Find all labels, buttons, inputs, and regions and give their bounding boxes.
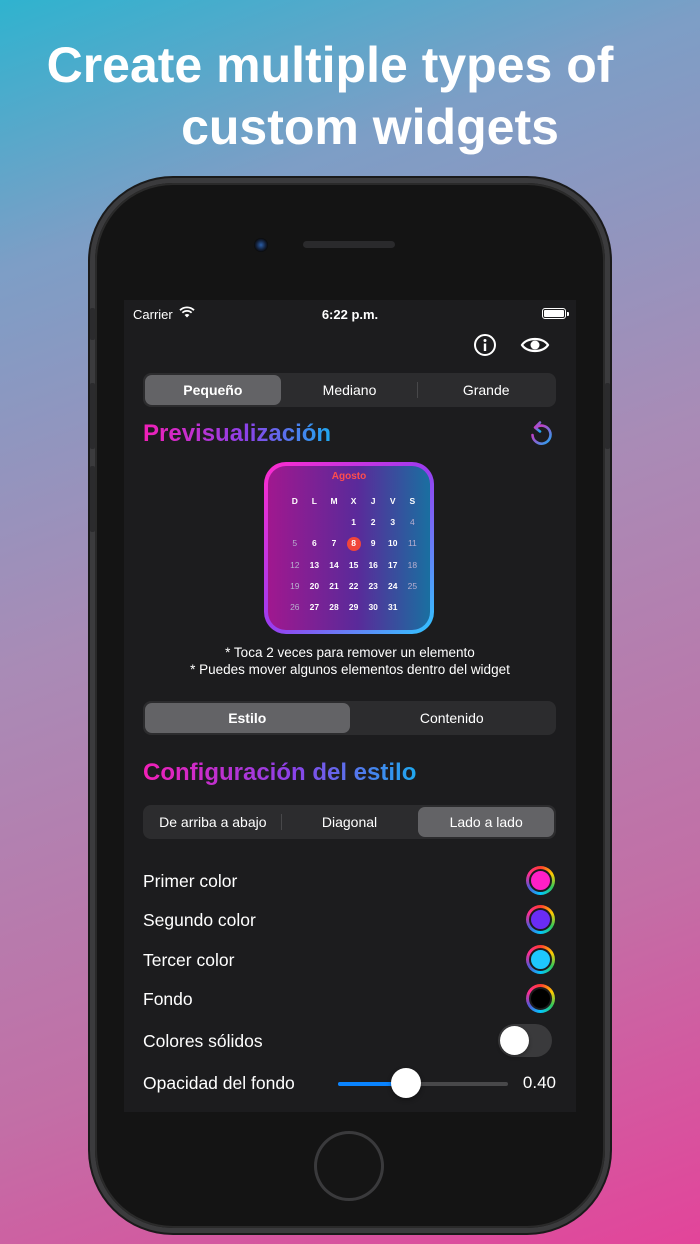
mode-segmented-control: Estilo Contenido bbox=[143, 701, 556, 735]
battery-icon bbox=[542, 308, 569, 319]
calendar-day: 2 bbox=[370, 517, 376, 528]
bg-opacity-slider-thumb[interactable] bbox=[391, 1068, 421, 1098]
weekday-label: S bbox=[409, 496, 416, 506]
bg-opacity-slider-track[interactable] bbox=[338, 1082, 508, 1086]
weekday-label: J bbox=[370, 496, 376, 506]
first-color-label: Primer color bbox=[143, 871, 238, 891]
calendar-day: 29 bbox=[348, 601, 359, 612]
calendar-day: 1 bbox=[351, 517, 356, 528]
volume-down-button bbox=[90, 466, 95, 532]
style-config-title: Configuración del estilo bbox=[143, 759, 417, 786]
segment-side-to-side[interactable]: Lado a lado bbox=[418, 807, 555, 837]
calendar-day: 16 bbox=[368, 559, 378, 570]
earpiece-speaker bbox=[303, 241, 395, 248]
weekday-label: X bbox=[350, 496, 357, 506]
background-color-well[interactable] bbox=[526, 984, 555, 1013]
toggle-knob bbox=[500, 1026, 529, 1055]
segment-top-to-bottom[interactable]: De arriba a abajo bbox=[145, 807, 281, 837]
calendar-day: 30 bbox=[368, 601, 378, 612]
calendar-day: 24 bbox=[388, 580, 398, 591]
calendar-blank bbox=[285, 618, 305, 639]
direction-segmented-control: De arriba a abajo Diagonal Lado a lado bbox=[143, 805, 556, 839]
third-color-label: Tercer color bbox=[143, 950, 235, 970]
calendar-widget-preview[interactable]: Agosto D L M X J V S 1 2 3 4 5 6 7 8 9 10 11 12 13 14 15 16 17 1… bbox=[264, 462, 434, 634]
calendar-day: 7 bbox=[331, 538, 337, 549]
calendar-day: 18 bbox=[407, 559, 418, 570]
weekday-label: V bbox=[389, 496, 396, 506]
calendar-day: 9 bbox=[370, 538, 376, 549]
calendar-day: 22 bbox=[348, 580, 359, 591]
calendar-blank bbox=[403, 597, 423, 618]
mute-switch bbox=[90, 308, 95, 340]
calendar-day: 20 bbox=[309, 580, 320, 591]
rotate-ccw-icon[interactable] bbox=[527, 420, 555, 448]
volume-up-button bbox=[90, 383, 95, 449]
status-bar: Carrier 6:22 p.m. bbox=[124, 300, 576, 328]
calendar-day: 4 bbox=[409, 517, 415, 528]
background-color-swatch bbox=[529, 987, 552, 1010]
calendar-day: 19 bbox=[290, 580, 300, 591]
solid-colors-label: Colores sólidos bbox=[143, 1031, 263, 1051]
calendar-day: 31 bbox=[388, 601, 398, 612]
calendar-day: 5 bbox=[292, 538, 298, 549]
preview-title: Previsualización bbox=[143, 420, 332, 447]
segment-large[interactable]: Grande bbox=[418, 375, 554, 405]
segment-style[interactable]: Estilo bbox=[145, 703, 350, 733]
calendar-day: 3 bbox=[390, 517, 396, 528]
first-color-well[interactable] bbox=[526, 866, 555, 895]
calendar-day: 11 bbox=[407, 538, 417, 549]
calendar-day: 25 bbox=[407, 580, 418, 591]
calendar-day: 23 bbox=[368, 580, 378, 591]
third-color-well[interactable] bbox=[526, 945, 555, 974]
eye-icon[interactable] bbox=[520, 332, 550, 358]
calendar-grid: D L M X J V S 1 2 3 4 5 6 7 8 9 10 11 12 13 14 15 16 17 18 19 20 21… bbox=[285, 491, 422, 639]
segment-content[interactable]: Contenido bbox=[350, 703, 555, 733]
first-color-swatch bbox=[529, 869, 552, 892]
calendar-blank bbox=[305, 512, 325, 533]
second-color-label: Segundo color bbox=[143, 910, 256, 930]
hint-move: * Puedes mover algunos elementos dentro … bbox=[190, 662, 510, 677]
bg-opacity-label: Opacidad del fondo bbox=[143, 1073, 295, 1093]
widget-background: Agosto D L M X J V S 1 2 3 4 5 6 7 8 9 10 11 12 13 14 15 16 17 1… bbox=[268, 466, 430, 630]
calendar-day: 12 bbox=[290, 559, 300, 570]
calendar-day-today: 8 bbox=[344, 533, 364, 554]
second-color-well[interactable] bbox=[526, 905, 555, 934]
solid-colors-toggle[interactable] bbox=[498, 1024, 552, 1057]
calendar-day: 14 bbox=[329, 559, 339, 570]
hint-remove: * Toca 2 veces para remover un elemento bbox=[225, 645, 475, 660]
calendar-day: 26 bbox=[290, 601, 300, 612]
second-color-swatch bbox=[529, 908, 552, 931]
segment-small[interactable]: Pequeño bbox=[145, 375, 281, 405]
size-segmented-control: Pequeño Mediano Grande bbox=[143, 373, 556, 407]
status-time: 6:22 p.m. bbox=[321, 307, 379, 322]
calendar-month: Agosto bbox=[331, 471, 367, 482]
info-icon[interactable] bbox=[472, 332, 498, 358]
app-screen: Carrier 6:22 p.m. Pequeño Mediano Grande… bbox=[124, 300, 576, 1112]
bg-opacity-value: 0.40 bbox=[522, 1073, 556, 1092]
calendar-blank bbox=[285, 512, 305, 533]
calendar-day: 6 bbox=[312, 538, 317, 549]
weekday-label: M bbox=[330, 496, 338, 506]
front-camera bbox=[254, 238, 268, 252]
calendar-day: 15 bbox=[348, 559, 359, 570]
calendar-day: 21 bbox=[329, 580, 339, 591]
home-button[interactable] bbox=[314, 1131, 384, 1201]
headline-line-1: Create multiple types of bbox=[46, 37, 614, 93]
calendar-day: 28 bbox=[329, 601, 339, 612]
segment-diagonal[interactable]: Diagonal bbox=[282, 807, 418, 837]
weekday-label: D bbox=[291, 496, 298, 506]
calendar-blank bbox=[324, 512, 344, 533]
power-button bbox=[605, 383, 610, 449]
calendar-day: 17 bbox=[388, 559, 398, 570]
third-color-swatch bbox=[529, 948, 552, 971]
calendar-day: 13 bbox=[309, 559, 320, 570]
background-color-label: Fondo bbox=[143, 989, 193, 1009]
weekday-label: L bbox=[311, 496, 317, 506]
calendar-day: 27 bbox=[309, 601, 320, 612]
headline-line-2: custom widgets bbox=[181, 99, 559, 155]
segment-medium[interactable]: Mediano bbox=[282, 375, 418, 405]
headline: Create multiple types of custom widgets bbox=[0, 34, 660, 158]
calendar-day: 10 bbox=[388, 538, 398, 549]
